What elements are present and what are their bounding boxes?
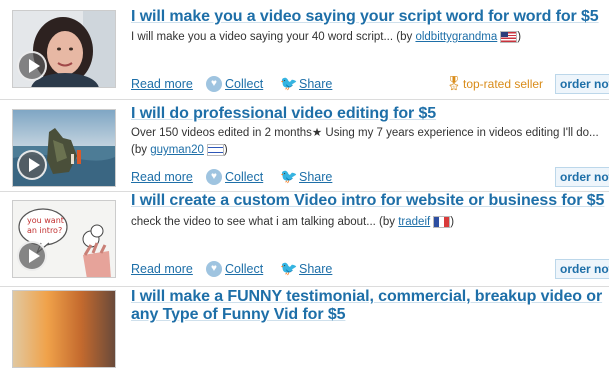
read-more-link[interactable]: Read more: [131, 77, 193, 91]
gig-description: I will make you a video saying your 40 w…: [131, 29, 606, 46]
read-more-link[interactable]: Read more: [131, 170, 193, 184]
gig-title[interactable]: I will do professional video editing for…: [131, 105, 436, 123]
thumb-text: you want: [27, 216, 64, 225]
gig-thumbnail[interactable]: you want an intro?: [12, 200, 116, 278]
top-rated-seller-label: top-rated seller: [463, 77, 544, 91]
gig-title[interactable]: I will make a FUNNY testimonial, commerc…: [131, 288, 602, 306]
gig-description-text: I will make you a video saying your 40 w…: [131, 31, 394, 43]
heart-icon[interactable]: ♥: [206, 76, 222, 92]
share-link[interactable]: Share: [299, 262, 332, 276]
play-icon[interactable]: [17, 51, 47, 81]
gig-description-text: check the video to see what i am talking…: [131, 216, 376, 228]
order-now-button[interactable]: order now: [555, 167, 609, 187]
gig-description: Over 150 videos edited in 2 months★ Usin…: [131, 125, 606, 159]
seller-link[interactable]: guyman20: [150, 144, 204, 156]
seller-suffix: ): [223, 144, 228, 156]
read-more-link[interactable]: Read more: [131, 262, 193, 276]
seller-suffix: ): [450, 216, 455, 228]
collect-link[interactable]: Collect: [225, 77, 263, 91]
seller-suffix: ): [517, 31, 522, 43]
gig-actions: Read more ♥ Collect 🐦 Share order now: [131, 167, 609, 190]
gig-description-text: Over 150 videos edited in 2 months★ Usin…: [131, 127, 599, 139]
gig-description: check the video to see what i am talking…: [131, 214, 606, 231]
share-link[interactable]: Share: [299, 170, 332, 184]
order-now-button[interactable]: order now: [555, 259, 609, 279]
gig-actions: Read more ♥ Collect 🐦 Share 🎖 top-rated …: [131, 74, 609, 97]
seller-link[interactable]: oldbittygrandma: [415, 31, 497, 43]
gig-item: I will make you a video saying your scri…: [0, 0, 609, 100]
play-icon[interactable]: [17, 241, 47, 271]
share-link[interactable]: Share: [299, 77, 332, 91]
gig-actions: Read more ♥ Collect 🐦 Share order now: [131, 259, 609, 282]
twitter-bird-icon[interactable]: 🐦: [280, 168, 297, 185]
medal-icon: 🎖: [445, 75, 463, 91]
heart-icon[interactable]: ♥: [206, 261, 222, 277]
play-icon[interactable]: [17, 150, 47, 180]
seller-prefix: (by: [379, 216, 396, 228]
gig-thumbnail[interactable]: [12, 290, 116, 368]
france-flag-icon: [433, 215, 451, 228]
collect-link[interactable]: Collect: [225, 170, 263, 184]
seller-link[interactable]: tradeif: [398, 216, 430, 228]
gig-item: I will do professional video editing for…: [0, 100, 609, 192]
heart-icon[interactable]: ♥: [206, 169, 222, 185]
gig-item: I will make a FUNNY testimonial, commerc…: [0, 287, 609, 368]
svg-text:an intro?: an intro?: [27, 226, 62, 235]
seller-prefix: (by: [131, 144, 147, 156]
gig-item: you want an intro? I will create a custo…: [0, 192, 609, 287]
gig-thumbnail[interactable]: [12, 109, 116, 187]
order-now-button[interactable]: order now: [555, 74, 609, 94]
seller-prefix: (by: [396, 31, 413, 43]
israel-flag-icon: [206, 143, 224, 156]
us-flag-icon: [500, 30, 518, 43]
twitter-bird-icon[interactable]: 🐦: [280, 260, 297, 277]
gig-thumbnail[interactable]: [12, 10, 116, 88]
gig-title[interactable]: I will create a custom Video intro for w…: [131, 192, 604, 210]
collect-link[interactable]: Collect: [225, 262, 263, 276]
twitter-bird-icon[interactable]: 🐦: [280, 75, 297, 92]
gig-title[interactable]: I will make you a video saying your scri…: [131, 8, 599, 26]
